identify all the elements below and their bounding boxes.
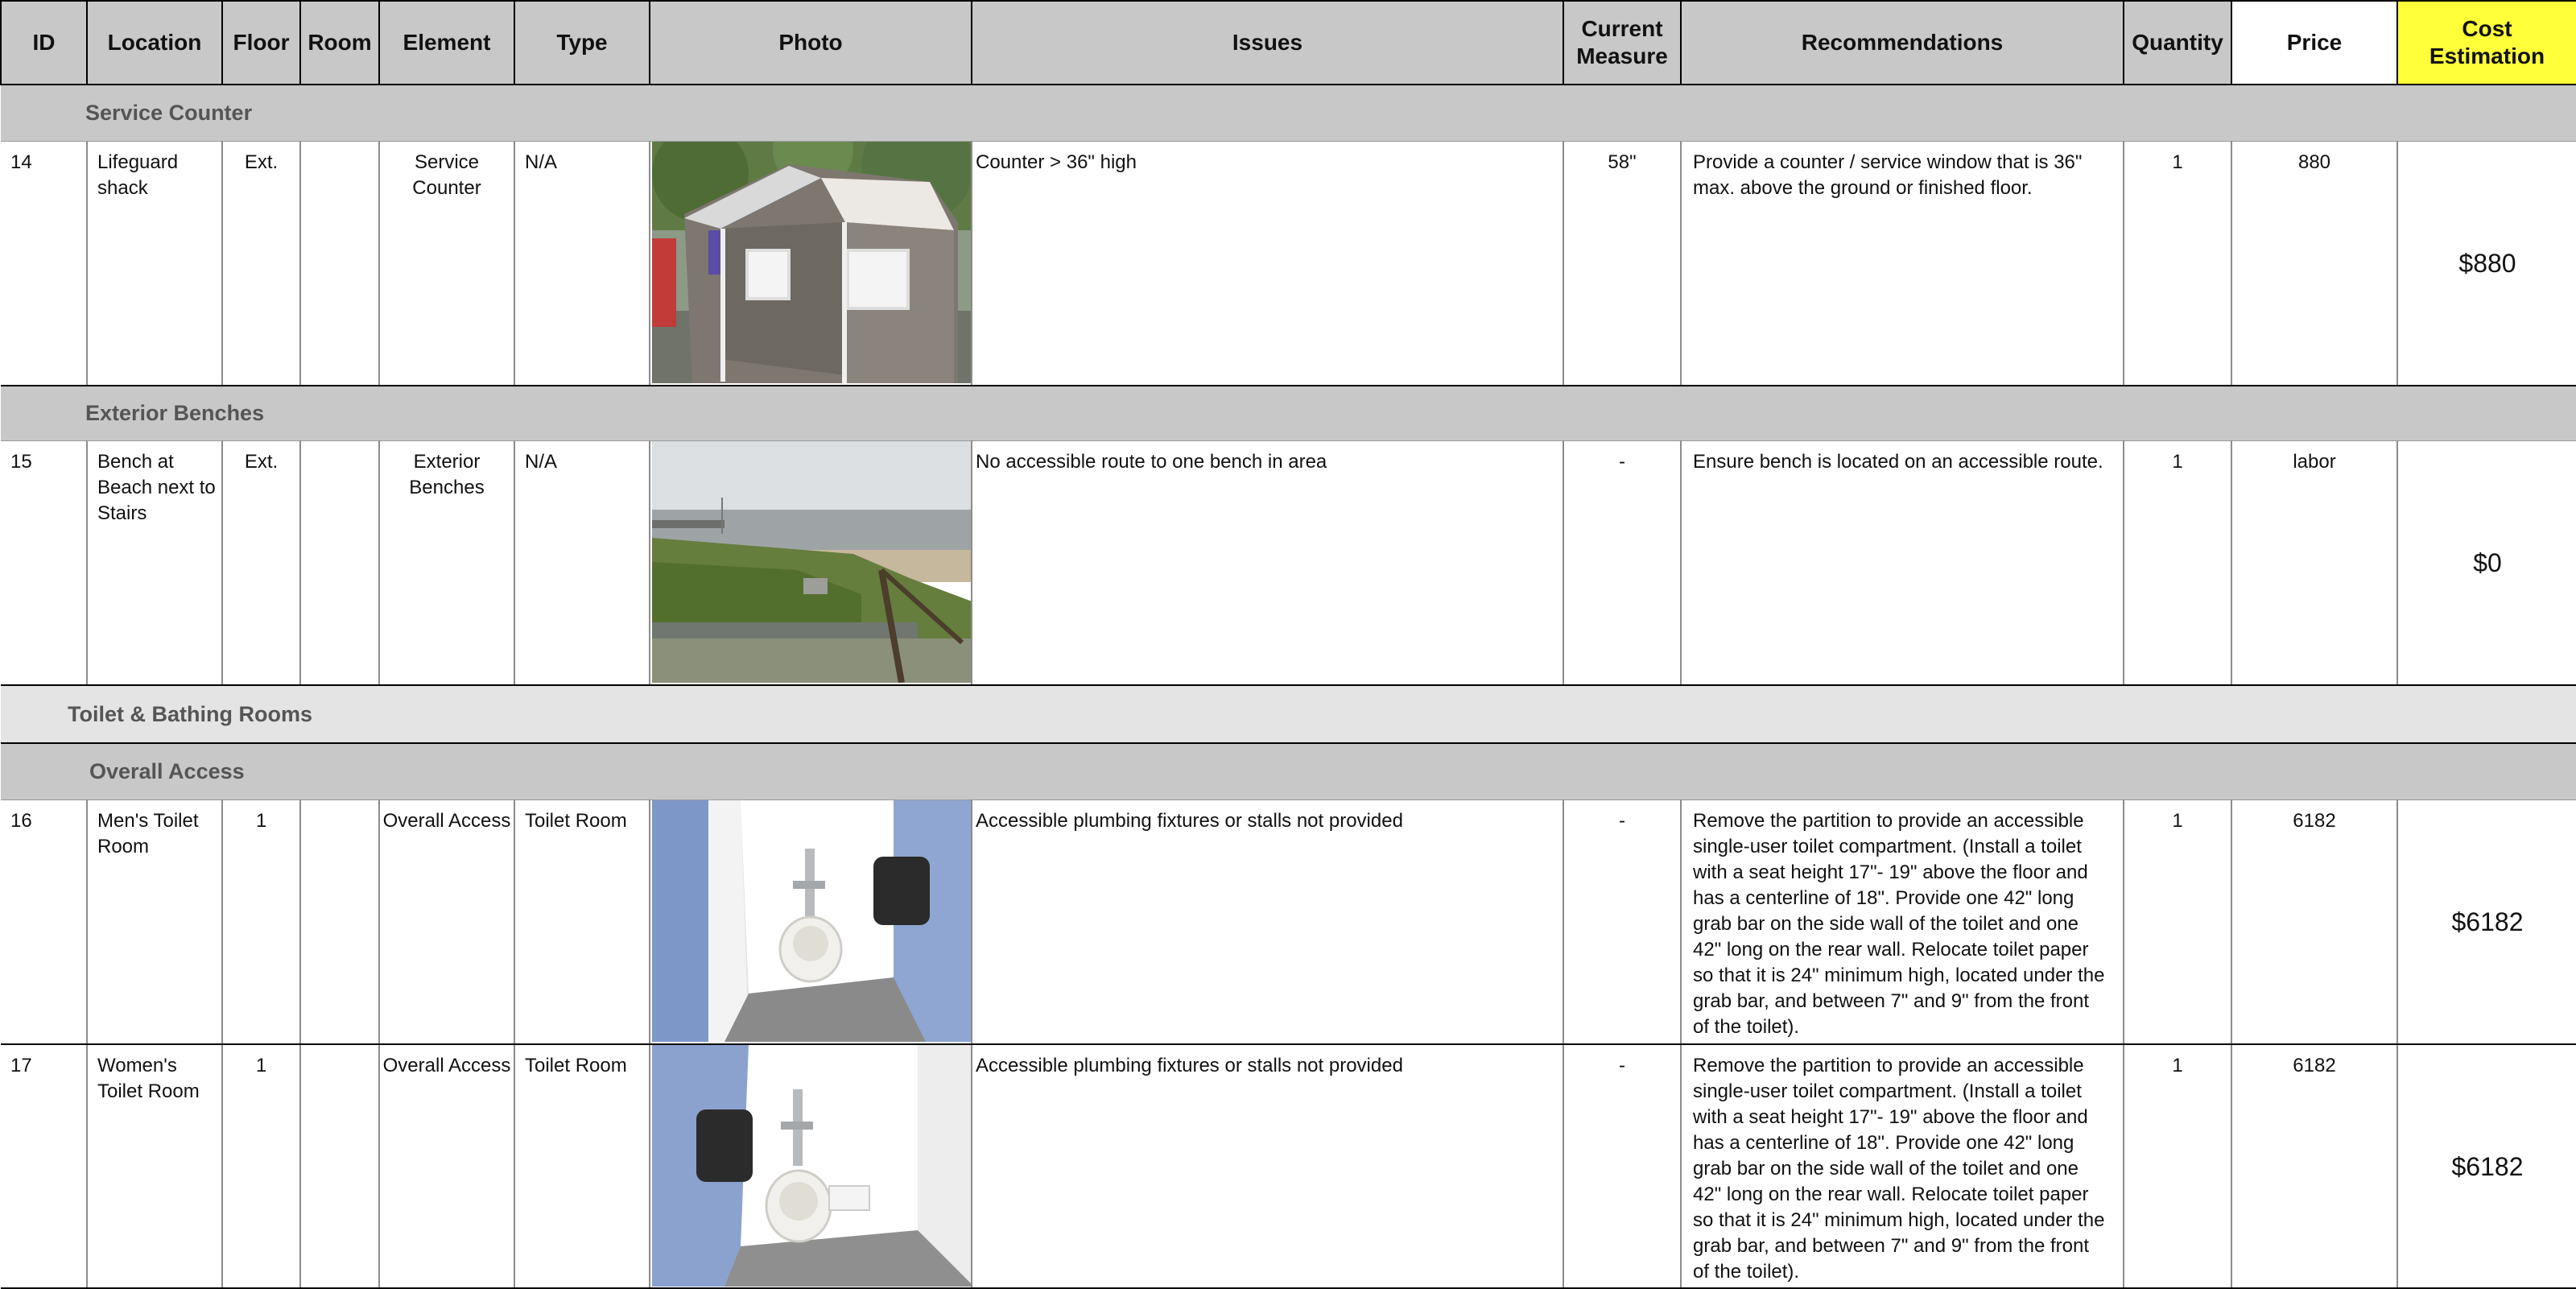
cell-location[interactable]: Women's Toilet Room xyxy=(86,1044,222,1289)
header-price[interactable]: Price xyxy=(2231,0,2398,85)
cell-current-measure[interactable]: - xyxy=(1563,440,1681,686)
mens-toilet-image xyxy=(652,799,972,1042)
cell-quantity[interactable]: 1 xyxy=(2123,141,2231,386)
lifeguard-shack-image xyxy=(652,141,972,383)
header-photo[interactable]: Photo xyxy=(649,0,972,85)
cell-price[interactable]: labor xyxy=(2231,440,2397,686)
cell-cost-estimation[interactable]: $6182 xyxy=(2396,799,2576,1045)
cell-photo[interactable] xyxy=(649,141,972,386)
cell-quantity[interactable]: 1 xyxy=(2123,440,2231,686)
section-title-overall-access: Overall Access xyxy=(1,742,2576,800)
cell-price[interactable]: 880 xyxy=(2231,141,2397,386)
cell-location[interactable]: Bench at Beach next to Stairs xyxy=(86,440,222,686)
cell-element[interactable]: Overall Access xyxy=(378,1044,514,1289)
section-title-service-counter: Service Counter xyxy=(1,84,2576,142)
table-row[interactable]: 16 Men's Toilet Room 1 Overall Access To… xyxy=(1,799,2576,1045)
cell-cost-estimation[interactable]: $880 xyxy=(2396,141,2576,386)
section-row-exterior-benches: Exterior Benches xyxy=(1,385,2576,441)
cell-price[interactable]: 6182 xyxy=(2231,1044,2397,1289)
cell-floor[interactable]: 1 xyxy=(221,799,300,1045)
header-type[interactable]: Type xyxy=(514,0,650,85)
cell-room[interactable] xyxy=(299,440,379,686)
cell-id[interactable]: 17 xyxy=(1,1044,87,1289)
cell-issue[interactable]: Accessible plumbing fixtures or stalls n… xyxy=(971,799,1563,1045)
cell-id[interactable]: 15 xyxy=(1,440,87,686)
cell-element[interactable]: Overall Access xyxy=(378,799,514,1045)
header-cost-estimation-label: Cost Estimation xyxy=(2429,16,2545,68)
cell-quantity[interactable]: 1 xyxy=(2123,1044,2231,1289)
section-row-overall-access: Overall Access xyxy=(1,742,2576,800)
cell-floor[interactable]: 1 xyxy=(221,1044,300,1289)
cell-id[interactable]: 14 xyxy=(1,141,87,386)
header-row: ID Location Floor Room Element Type Phot… xyxy=(0,0,2576,85)
cell-price[interactable]: 6182 xyxy=(2231,799,2397,1045)
table-row[interactable]: 17 Women's Toilet Room 1 Overall Access … xyxy=(1,1044,2576,1289)
cell-type[interactable]: N/A xyxy=(514,440,650,686)
mens-toilet-photo[interactable] xyxy=(652,799,972,1042)
cell-location[interactable]: Lifeguard shack xyxy=(86,141,222,386)
womens-toilet-photo[interactable] xyxy=(652,1045,972,1287)
cell-floor[interactable]: Ext. xyxy=(221,141,300,386)
header-quantity[interactable]: Quantity xyxy=(2123,0,2232,85)
cell-floor[interactable]: Ext. xyxy=(221,440,300,686)
header-recommendations[interactable]: Recommendations xyxy=(1680,0,2124,85)
header-room[interactable]: Room xyxy=(299,0,380,85)
cell-type[interactable]: Toilet Room xyxy=(514,1044,650,1289)
lifeguard-shack-photo[interactable] xyxy=(652,141,972,383)
womens-toilet-image xyxy=(652,1045,972,1287)
cell-room[interactable] xyxy=(299,141,379,386)
cell-element[interactable]: Exterior Benches xyxy=(378,440,514,686)
header-cost-estimation[interactable]: Cost Estimation xyxy=(2396,0,2576,85)
group-row-toilet-bathing: Toilet & Bathing Rooms xyxy=(1,684,2576,743)
header-floor[interactable]: Floor xyxy=(221,0,301,85)
cell-issue[interactable]: Counter > 36" high xyxy=(971,141,1563,386)
table-row[interactable]: 15 Bench at Beach next to Stairs Ext. Ex… xyxy=(1,440,2576,686)
beach-bench-photo[interactable] xyxy=(652,440,972,683)
section-title-exterior-benches: Exterior Benches xyxy=(1,385,2576,441)
header-element[interactable]: Element xyxy=(378,0,515,85)
spreadsheet: ID Location Floor Room Element Type Phot… xyxy=(0,0,2576,1289)
cell-location[interactable]: Men's Toilet Room xyxy=(86,799,222,1045)
cell-recommendation[interactable]: Remove the partition to provide an acces… xyxy=(1680,799,2124,1045)
cell-photo[interactable] xyxy=(649,1044,972,1289)
cell-room[interactable] xyxy=(299,1044,379,1289)
cell-cost-estimation[interactable]: $6182 xyxy=(2396,1044,2576,1289)
header-location[interactable]: Location xyxy=(86,0,223,85)
header-id[interactable]: ID xyxy=(0,0,88,85)
cell-element[interactable]: Service Counter xyxy=(378,141,514,386)
group-title-toilet-bathing: Toilet & Bathing Rooms xyxy=(1,684,2576,743)
cell-photo[interactable] xyxy=(649,440,972,686)
cell-room[interactable] xyxy=(299,799,379,1045)
cell-id[interactable]: 16 xyxy=(1,799,87,1045)
cell-photo[interactable] xyxy=(649,799,972,1045)
cell-issue[interactable]: Accessible plumbing fixtures or stalls n… xyxy=(971,1044,1563,1289)
cell-quantity[interactable]: 1 xyxy=(2123,799,2231,1045)
cell-recommendation[interactable]: Remove the partition to provide an acces… xyxy=(1680,1044,2124,1289)
cell-type[interactable]: N/A xyxy=(514,141,650,386)
cell-current-measure[interactable]: 58" xyxy=(1563,141,1681,386)
cost-estimate-table: ID Location Floor Room Element Type Phot… xyxy=(0,0,2576,1289)
table-row[interactable]: 14 Lifeguard shack Ext. Service Counter … xyxy=(1,141,2576,386)
header-issues[interactable]: Issues xyxy=(971,0,1564,85)
cell-current-measure[interactable]: - xyxy=(1563,1044,1681,1289)
cell-current-measure[interactable]: - xyxy=(1563,799,1681,1045)
cell-recommendation[interactable]: Provide a counter / service window that … xyxy=(1680,141,2124,386)
cell-recommendation[interactable]: Ensure bench is located on an accessible… xyxy=(1680,440,2124,686)
header-current-measure-label: Current Measure xyxy=(1576,16,1668,68)
cell-issue[interactable]: No accessible route to one bench in area xyxy=(971,440,1563,686)
cell-cost-estimation[interactable]: $0 xyxy=(2396,440,2576,686)
section-row-service-counter: Service Counter xyxy=(1,84,2576,142)
beach-bench-image xyxy=(652,440,972,683)
cell-type[interactable]: Toilet Room xyxy=(514,799,650,1045)
header-current-measure[interactable]: Current Measure xyxy=(1563,0,1682,85)
